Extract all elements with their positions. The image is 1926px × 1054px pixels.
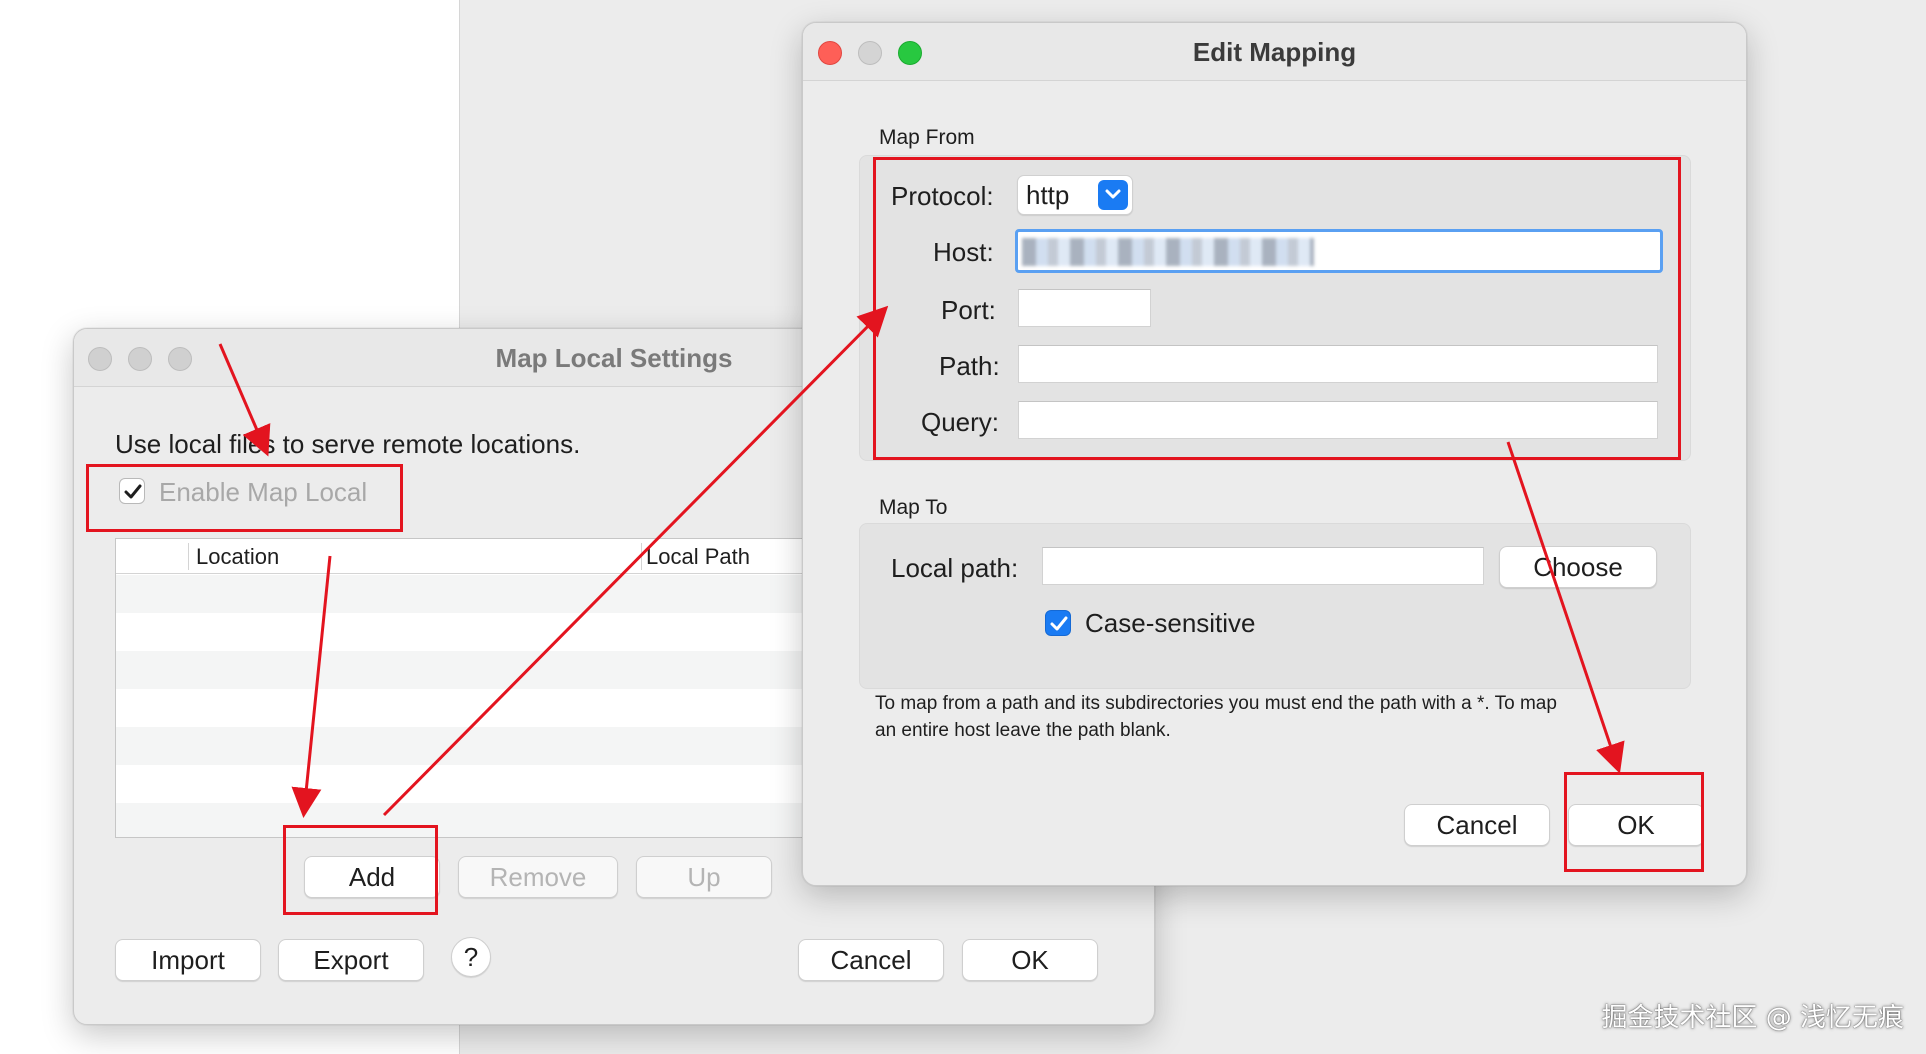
annotation-arrow: [291, 555, 332, 818]
annotation-arrow: [1506, 441, 1625, 774]
annotation-arrow: [218, 343, 271, 457]
annotation-arrows: [218, 305, 1625, 818]
annotation-arrow: [382, 305, 889, 817]
watermark-text: 掘金技术社区 @ 浅忆无痕: [1601, 1003, 1904, 1033]
